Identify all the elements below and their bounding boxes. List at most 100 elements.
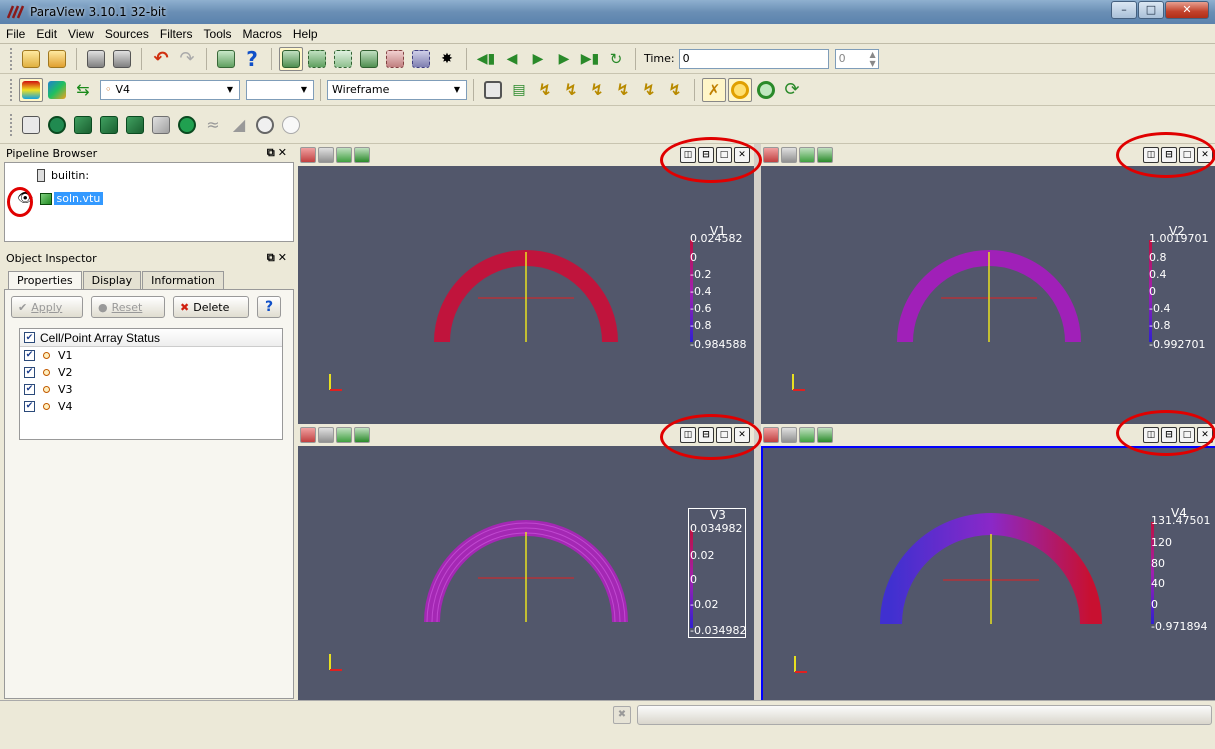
render-view-3[interactable]: ◫ ⊟ □ ✕ V3 0.034982 0.02 0 -0.02 -0.034982 xyxy=(298,424,754,704)
select-points-through-button[interactable] xyxy=(383,47,407,71)
minimize-button[interactable]: – xyxy=(1111,1,1137,19)
menu-sources[interactable]: Sources xyxy=(105,27,149,41)
dock-float-close-icon[interactable]: ⧉✕ xyxy=(267,251,290,265)
timestep-spinbox[interactable]: 0 ▲ ▼ xyxy=(834,48,879,69)
render-view-4[interactable]: ◫ ⊟ □ ✕ V4 131.47501 120 80 40 0 -0.971894 xyxy=(761,424,1215,704)
threshold-button[interactable] xyxy=(123,113,147,137)
apply-button[interactable]: ✔ Apply xyxy=(11,296,83,318)
disconnect-button[interactable] xyxy=(110,47,134,71)
menu-help[interactable]: Help xyxy=(293,27,318,41)
interact-button[interactable] xyxy=(279,46,303,71)
camera-settings-button[interactable] xyxy=(781,427,797,443)
view-settings-button[interactable] xyxy=(300,147,316,163)
view-plus-z-button[interactable]: ↯ xyxy=(637,78,661,102)
redo-button[interactable]: ↷ xyxy=(175,47,199,71)
open-file-button[interactable] xyxy=(19,47,43,71)
next-frame-button[interactable]: ▶ xyxy=(552,47,576,71)
select-cells-through-button[interactable] xyxy=(357,47,381,71)
view-minus-x-button[interactable]: ↯ xyxy=(559,78,583,102)
render-canvas[interactable]: V3 0.034982 0.02 0 -0.02 -0.034982 xyxy=(298,446,754,704)
lookmark-button[interactable] xyxy=(817,147,833,163)
capture-image-button[interactable] xyxy=(799,427,815,443)
lookmark-button[interactable] xyxy=(354,147,370,163)
reset-button[interactable]: ● Reset xyxy=(91,296,165,318)
abort-button[interactable]: ✖ xyxy=(613,706,631,724)
undo-button[interactable]: ↶ xyxy=(149,47,173,71)
close-window-button[interactable]: ✕ xyxy=(1165,1,1209,19)
pipeline-tree[interactable]: builtin: 👁 soln.vtu xyxy=(4,162,294,242)
lookmark-button[interactable] xyxy=(817,427,833,443)
toolbar-grip[interactable] xyxy=(10,78,14,101)
select-cells-on-button[interactable] xyxy=(305,47,329,71)
render-canvas[interactable]: V2 1.0019701 0.8 0.4 0 -0.4 -0.8 -0.992701 xyxy=(761,166,1215,424)
checkbox-checked-icon[interactable]: ✔ xyxy=(24,367,35,378)
clear-selection-button[interactable]: ✸ xyxy=(435,47,459,71)
checkbox-checked-icon[interactable]: ✔ xyxy=(24,332,35,343)
toggle-color-legend-button[interactable] xyxy=(19,77,43,102)
render-canvas[interactable]: V1 0.024582 0 -0.2 -0.4 -0.6 -0.8 -0.984588 xyxy=(298,166,754,424)
glyph-button[interactable] xyxy=(175,113,199,137)
loop-button[interactable]: ↻ xyxy=(604,47,628,71)
first-frame-button[interactable]: ◀▮ xyxy=(474,47,498,71)
tab-properties[interactable]: Properties xyxy=(8,271,82,289)
array-row-v3[interactable]: ✔ V3 xyxy=(20,381,282,398)
representation-combo[interactable]: Wireframe ▼ xyxy=(327,79,467,100)
dock-float-close-icon[interactable]: ⧉✕ xyxy=(267,146,290,160)
menu-file[interactable]: File xyxy=(6,27,25,41)
toolbar-grip[interactable] xyxy=(10,113,14,136)
array-row-v4[interactable]: ✔ V4 xyxy=(20,398,282,415)
tab-information[interactable]: Information xyxy=(142,271,224,289)
view-settings-button[interactable] xyxy=(300,427,316,443)
array-row-v1[interactable]: ✔ V1 xyxy=(20,347,282,364)
show-center-button[interactable] xyxy=(728,77,752,102)
view-settings-button[interactable] xyxy=(763,147,779,163)
contour-button[interactable] xyxy=(45,113,69,137)
slice-button[interactable] xyxy=(97,113,121,137)
help-properties-button[interactable]: ? xyxy=(257,296,281,318)
lookmark-button[interactable] xyxy=(354,427,370,443)
menu-macros[interactable]: Macros xyxy=(243,27,282,41)
last-frame-button[interactable]: ▶▮ xyxy=(578,47,602,71)
select-points-on-button[interactable] xyxy=(331,47,355,71)
camera-settings-button[interactable] xyxy=(318,147,334,163)
array-status-list[interactable]: ✔ Cell/Point Array Status ✔ V1 ✔ V2 ✔ V3 xyxy=(19,328,283,440)
component-combo[interactable]: ▼ xyxy=(246,79,314,100)
zoom-to-data-button[interactable]: ▤ xyxy=(507,78,531,102)
menu-view[interactable]: View xyxy=(68,27,94,41)
pipeline-item-builtin[interactable]: builtin: xyxy=(37,169,89,182)
edit-color-map-button[interactable] xyxy=(45,78,69,102)
render-view-2[interactable]: ◫ ⊟ □ ✕ V2 1.0019701 0.8 0.4 0 -0.4 -0.8 -0.992701 xyxy=(761,144,1215,424)
camera-undo-button[interactable] xyxy=(214,47,238,71)
stream-tracer-button[interactable]: ≈ xyxy=(201,113,225,137)
checkbox-checked-icon[interactable]: ✔ xyxy=(24,350,35,361)
connect-button[interactable] xyxy=(84,47,108,71)
menu-edit[interactable]: Edit xyxy=(36,27,57,41)
time-input[interactable]: 0 xyxy=(678,48,829,69)
view-plus-x-button[interactable]: ↯ xyxy=(533,78,557,102)
pick-center-button[interactable]: ⟳ xyxy=(780,78,804,102)
reset-camera-button[interactable] xyxy=(481,78,505,102)
capture-image-button[interactable] xyxy=(336,147,352,163)
camera-settings-button[interactable] xyxy=(781,147,797,163)
checkbox-checked-icon[interactable]: ✔ xyxy=(24,384,35,395)
delete-button[interactable]: ✖ Delete xyxy=(173,296,249,318)
previous-frame-button[interactable]: ◀ xyxy=(500,47,524,71)
save-data-button[interactable] xyxy=(45,47,69,71)
color-array-combo[interactable]: ◦ V4 ▼ xyxy=(100,79,240,100)
array-row-v2[interactable]: ✔ V2 xyxy=(20,364,282,381)
rescale-range-button[interactable]: ⇆ xyxy=(71,78,95,102)
help-button[interactable]: ? xyxy=(240,47,264,71)
reset-center-button[interactable] xyxy=(754,78,778,102)
checkbox-checked-icon[interactable]: ✔ xyxy=(24,401,35,412)
view-settings-button[interactable] xyxy=(763,427,779,443)
select-block-button[interactable] xyxy=(409,47,433,71)
play-button[interactable]: ▶ xyxy=(526,47,550,71)
toolbar-grip[interactable] xyxy=(10,47,14,70)
render-view-1[interactable]: ◫ ⊟ □ ✕ V1 0.024582 0 -0.2 -0.4 -0.6 -0.8 -0.984588 xyxy=(298,144,754,424)
view-minus-z-button[interactable]: ↯ xyxy=(663,78,687,102)
calculator-button[interactable] xyxy=(19,113,43,137)
extract-level-button[interactable] xyxy=(279,113,303,137)
extract-subset-button[interactable] xyxy=(149,113,173,137)
group-datasets-button[interactable] xyxy=(253,113,277,137)
render-canvas[interactable]: V4 131.47501 120 80 40 0 -0.971894 xyxy=(761,446,1215,704)
